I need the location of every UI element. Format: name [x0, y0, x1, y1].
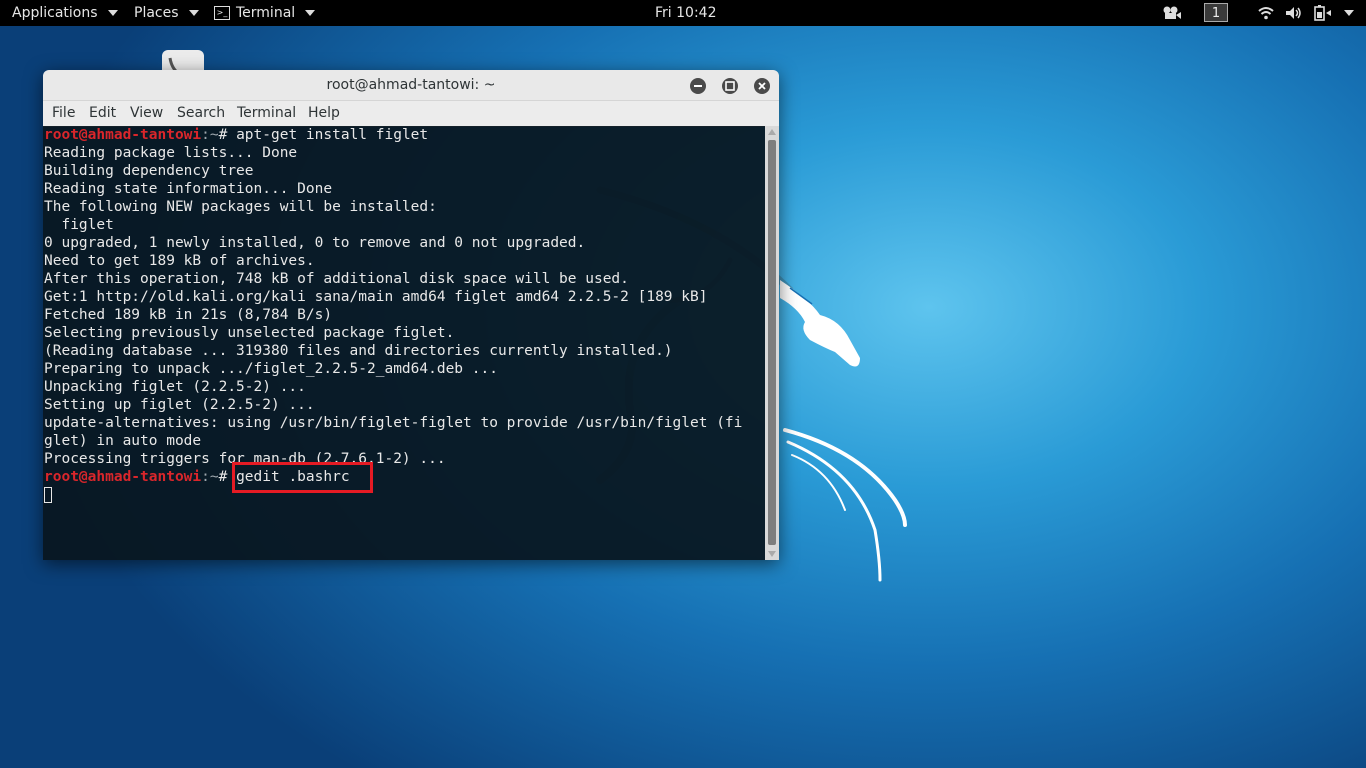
scroll-thumb[interactable] [768, 140, 776, 545]
cursor-line [44, 486, 765, 504]
prompt-hash: # [218, 127, 237, 143]
places-label: Places [134, 5, 179, 21]
volume-icon[interactable] [1285, 6, 1303, 20]
output-line: 0 upgraded, 1 newly installed, 0 to remo… [44, 235, 586, 251]
command-line: root@ahmad-tantowi:~# gedit .bashrc [44, 468, 765, 486]
menu-help[interactable]: Help [308, 105, 340, 121]
chevron-down-icon [107, 10, 118, 16]
power-battery-icon[interactable] [1313, 4, 1331, 22]
output-line: After this operation, 748 kB of addition… [44, 271, 629, 287]
annotation-highlight-box [232, 462, 373, 493]
text-cursor [44, 487, 52, 503]
close-button[interactable] [754, 78, 770, 94]
wifi-icon[interactable] [1258, 6, 1274, 20]
video-camera-icon[interactable] [1163, 6, 1181, 20]
terminal-app-icon: >_ [214, 6, 230, 20]
menu-bar: File Edit View Search Terminal Help [43, 101, 779, 127]
minimize-button[interactable] [690, 78, 706, 94]
output-line: Reading package lists... Done [44, 145, 298, 161]
output-line: Reading state information... Done [44, 181, 333, 197]
chevron-down-icon [305, 10, 316, 16]
output-line: Selecting previously unselected package … [44, 325, 455, 341]
terminal-app-menu[interactable]: >_ Terminal [214, 0, 316, 26]
top-panel: Applications Places >_ Terminal Fri 10:4… [0, 0, 1366, 26]
output-line: figlet [44, 217, 114, 233]
maximize-button[interactable] [722, 78, 738, 94]
output-line: Processing triggers for man-db (2.7.6.1-… [44, 451, 446, 467]
window-titlebar[interactable]: root@ahmad-tantowi: ~ [43, 70, 779, 101]
output-line: (Reading database ... 319380 files and d… [44, 343, 673, 359]
menu-file[interactable]: File [52, 105, 75, 121]
menu-edit[interactable]: Edit [89, 105, 116, 121]
close-icon [758, 82, 766, 90]
minimize-icon [694, 85, 702, 87]
output-line: update-alternatives: using /usr/bin/figl… [44, 415, 743, 431]
output-line: Fetched 189 kB in 21s (8,784 B/s) [44, 307, 333, 323]
applications-label: Applications [12, 5, 98, 21]
output-line: Unpacking figlet (2.2.5-2) ... [44, 379, 306, 395]
scroll-up-icon[interactable] [768, 129, 776, 135]
output-line: glet) in auto mode [44, 433, 202, 449]
output-line: The following NEW packages will be insta… [44, 199, 437, 215]
menu-search[interactable]: Search [177, 105, 225, 121]
applications-menu[interactable]: Applications [12, 0, 118, 26]
output-line: Building dependency tree [44, 163, 254, 179]
prompt-user: root@ahmad-tantowi [44, 469, 202, 485]
terminal-output[interactable]: root@ahmad-tantowi:~# apt-get install fi… [43, 126, 765, 560]
command-text: apt-get install figlet [236, 127, 429, 143]
window-title: root@ahmad-tantowi: ~ [326, 77, 496, 93]
scroll-down-icon[interactable] [768, 551, 776, 557]
places-menu[interactable]: Places [134, 0, 199, 26]
workspace-indicator[interactable]: 1 [1204, 3, 1228, 22]
chevron-down-icon[interactable] [1344, 10, 1354, 16]
prompt-user: root@ahmad-tantowi [44, 127, 202, 143]
chevron-down-icon [188, 10, 199, 16]
output-line: Get:1 http://old.kali.org/kali sana/main… [44, 289, 708, 305]
output-line: Setting up figlet (2.2.5-2) ... [44, 397, 315, 413]
menu-view[interactable]: View [130, 105, 163, 121]
prompt-path: :~ [201, 127, 219, 143]
output-line: Preparing to unpack .../figlet_2.2.5-2_a… [44, 361, 498, 377]
output-line: Need to get 189 kB of archives. [44, 253, 315, 269]
vertical-scrollbar[interactable] [765, 126, 779, 560]
terminal-app-label: Terminal [236, 5, 296, 21]
command-line: root@ahmad-tantowi:~# apt-get install fi… [44, 126, 765, 144]
clock[interactable]: Fri 10:42 [655, 0, 716, 26]
prompt-path: :~ [201, 469, 219, 485]
menu-terminal[interactable]: Terminal [237, 105, 296, 121]
clock-label: Fri 10:42 [655, 5, 717, 21]
terminal-window[interactable]: root@ahmad-tantowi: ~ File Edit View Sea… [43, 70, 779, 560]
maximize-icon [725, 81, 735, 91]
